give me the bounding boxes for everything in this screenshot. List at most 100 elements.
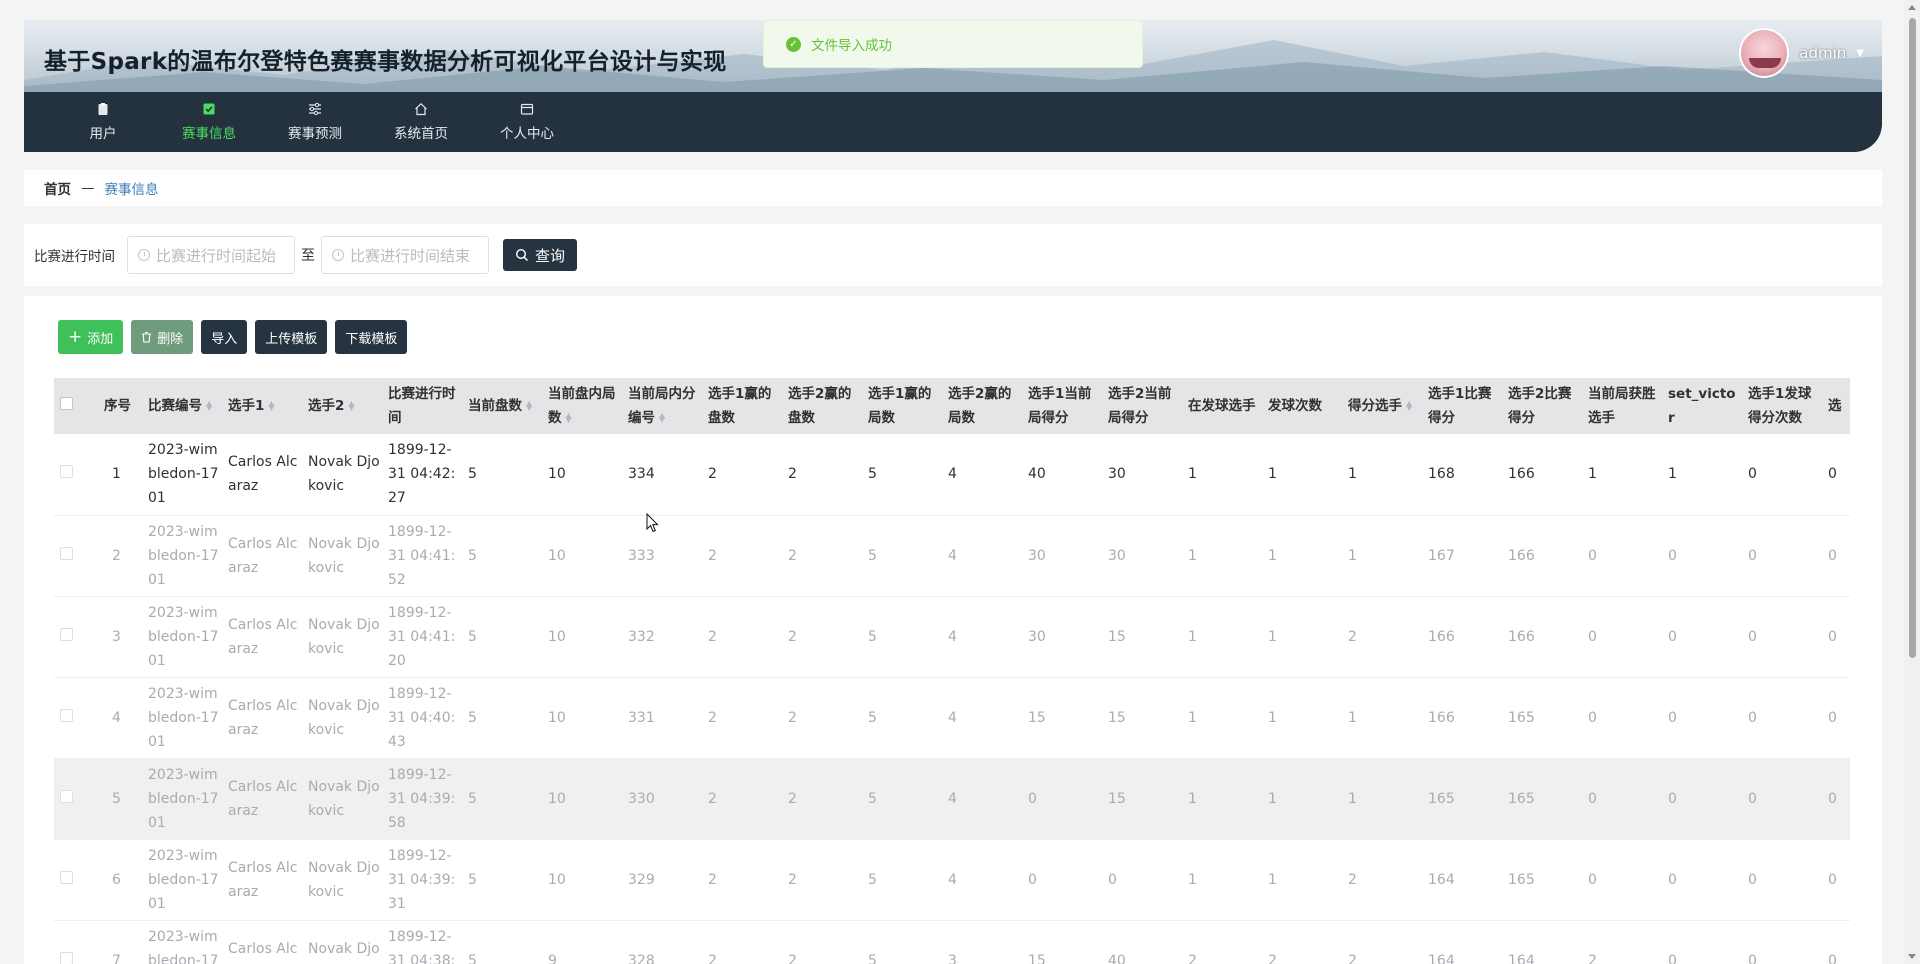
table-row[interactable]: 4 2023-wimbledon-1701 Carlos Alcaraz Novak …	[54, 677, 1850, 759]
add-label: 添加	[87, 331, 114, 347]
checkbox[interactable]	[60, 627, 73, 641]
table-cell: Carlos Alcaraz	[224, 839, 304, 921]
scroll-up-arrow[interactable]	[1908, 5, 1916, 10]
row-checkbox-cell[interactable]	[54, 839, 100, 921]
upload-template-button[interactable]: 上传模板	[255, 320, 328, 354]
nav-item-profile[interactable]: 个人中心	[474, 92, 580, 152]
column-header[interactable]: 比赛编号 ▲ ▼	[144, 378, 224, 434]
table-cell: 332	[624, 596, 704, 678]
table-cell: 333	[624, 515, 704, 597]
table-row[interactable]: 5 2023-wimbledon-1701 Carlos Alcaraz Novak …	[54, 758, 1850, 840]
sort-icon[interactable]: ▲ ▼	[206, 400, 212, 412]
end-time-input[interactable]: 比赛进行时间结束	[321, 236, 489, 274]
import-button[interactable]: 导入	[201, 320, 248, 354]
table-cell: 2	[100, 515, 144, 597]
table-cell: 2023-wimbledon-1701	[144, 596, 224, 678]
column-header[interactable]: 当前局内分编号 ▲ ▼	[624, 378, 704, 434]
table-cell: 4	[944, 515, 1024, 597]
table-cell: 5	[864, 839, 944, 921]
column-header[interactable]: 选手2 ▲ ▼	[304, 378, 384, 434]
column-header[interactable]: 选手2比赛得分	[1504, 378, 1584, 434]
row-checkbox-cell[interactable]	[54, 434, 100, 516]
table-cell: 2	[784, 920, 864, 964]
column-header[interactable]: 选	[1824, 378, 1850, 434]
table-cell: 1	[1184, 596, 1264, 678]
checkbox[interactable]	[60, 870, 73, 884]
select-all-checkbox[interactable]	[54, 378, 100, 434]
checkbox[interactable]	[60, 708, 73, 722]
column-header[interactable]: 选手2赢的盘数	[784, 378, 864, 434]
column-header[interactable]: 当前盘数 ▲ ▼	[464, 378, 544, 434]
sort-icon[interactable]: ▲ ▼	[526, 400, 532, 412]
column-header[interactable]: 选手1 ▲ ▼	[224, 378, 304, 434]
sort-icon[interactable]: ▲ ▼	[268, 400, 274, 412]
column-header[interactable]: 得分选手 ▲ ▼	[1344, 378, 1424, 434]
column-header[interactable]: 选手1比赛得分	[1424, 378, 1504, 434]
table-row[interactable]: 2 2023-wimbledon-1701 Carlos Alcaraz Novak …	[54, 515, 1850, 597]
username[interactable]: admin	[1799, 44, 1846, 62]
search-icon	[515, 248, 528, 261]
query-button[interactable]: 查询	[503, 239, 578, 271]
row-checkbox-cell[interactable]	[54, 920, 100, 964]
site-title: 基于Spark的温布尔登特色赛赛事数据分析可视化平台设计与实现	[44, 49, 727, 75]
row-checkbox-cell[interactable]	[54, 596, 100, 678]
column-header[interactable]: 选手1发球得分次数	[1744, 378, 1824, 434]
page-scrollbar[interactable]	[1904, 0, 1920, 964]
column-header[interactable]: 选手1当前局得分	[1024, 378, 1104, 434]
checkbox[interactable]	[60, 546, 73, 560]
sort-icon[interactable]: ▲ ▼	[1406, 400, 1412, 412]
sort-icon[interactable]: ▲ ▼	[348, 400, 354, 412]
table-cell: 0	[1584, 839, 1664, 921]
nav-item-users[interactable]: 用户	[50, 92, 156, 152]
add-button[interactable]: + 添加	[58, 320, 124, 354]
start-time-input[interactable]: 比赛进行时间起始	[127, 236, 295, 274]
column-header[interactable]: 当前局获胜选手	[1584, 378, 1664, 434]
table-cell: 1	[1184, 677, 1264, 759]
table-cell: 2	[704, 515, 784, 597]
table-row[interactable]: 6 2023-wimbledon-1701 Carlos Alcaraz Novak …	[54, 839, 1850, 921]
table-row[interactable]: 3 2023-wimbledon-1701 Carlos Alcaraz Novak …	[54, 596, 1850, 678]
avatar[interactable]	[1739, 28, 1790, 78]
row-checkbox-cell[interactable]	[54, 515, 100, 597]
column-header[interactable]: 序号	[100, 378, 144, 434]
column-header[interactable]: 选手2赢的局数	[944, 378, 1024, 434]
scroll-down-arrow[interactable]	[1908, 954, 1916, 959]
sort-icon[interactable]: ▲ ▼	[659, 412, 665, 424]
nav-item-home[interactable]: 系统首页	[368, 92, 474, 152]
user-menu[interactable]: admin ▼	[1739, 28, 1864, 78]
delete-button[interactable]: 删除	[131, 320, 194, 354]
table-cell: 0	[1744, 434, 1824, 516]
checkbox[interactable]	[60, 465, 73, 479]
import-label: 导入	[211, 331, 238, 347]
scrollbar-thumb[interactable]	[1909, 18, 1916, 658]
table-row[interactable]: 72023-wimbledon-1701Carlos AlcarazNovak …	[54, 920, 1850, 964]
search-label: 比赛进行时间	[34, 249, 115, 265]
sort-icon[interactable]: ▲ ▼	[566, 412, 572, 424]
column-header[interactable]: 选手1赢的盘数	[704, 378, 784, 434]
nav-item-prediction[interactable]: 赛事预测	[262, 92, 368, 152]
download-template-button[interactable]: 下载模板	[335, 320, 408, 354]
column-header[interactable]: 比赛进行时间	[384, 378, 464, 434]
table-cell: 5	[864, 920, 944, 964]
column-header[interactable]: 当前盘内局数 ▲ ▼	[544, 378, 624, 434]
table-cell: Novak Djokovic	[304, 839, 384, 921]
breadcrumb-home[interactable]: 首页	[44, 178, 71, 198]
column-header[interactable]: 选手1赢的局数	[864, 378, 944, 434]
column-header[interactable]: 选手2当前局得分	[1104, 378, 1184, 434]
row-checkbox-cell[interactable]	[54, 677, 100, 759]
chevron-down-icon[interactable]: ▼	[1856, 48, 1864, 59]
checkbox[interactable]	[60, 397, 73, 410]
nav-item-match-info[interactable]: 赛事信息	[156, 92, 262, 152]
column-header[interactable]: set_victor	[1664, 378, 1744, 434]
table-cell: 165	[1504, 677, 1584, 759]
column-header[interactable]: 发球次数	[1264, 378, 1344, 434]
table-cell: 1	[1264, 839, 1344, 921]
row-checkbox-cell[interactable]	[54, 758, 100, 840]
table-cell: 10	[544, 596, 624, 678]
checkbox[interactable]	[60, 951, 73, 964]
checkbox[interactable]	[60, 789, 73, 803]
column-header[interactable]: 在发球选手	[1184, 378, 1264, 434]
table-cell: 0	[1104, 839, 1184, 921]
table-row[interactable]: 1 2023-wimbledon-1701 Carlos Alcaraz Novak …	[54, 434, 1850, 516]
checkbox-icon	[203, 103, 215, 115]
